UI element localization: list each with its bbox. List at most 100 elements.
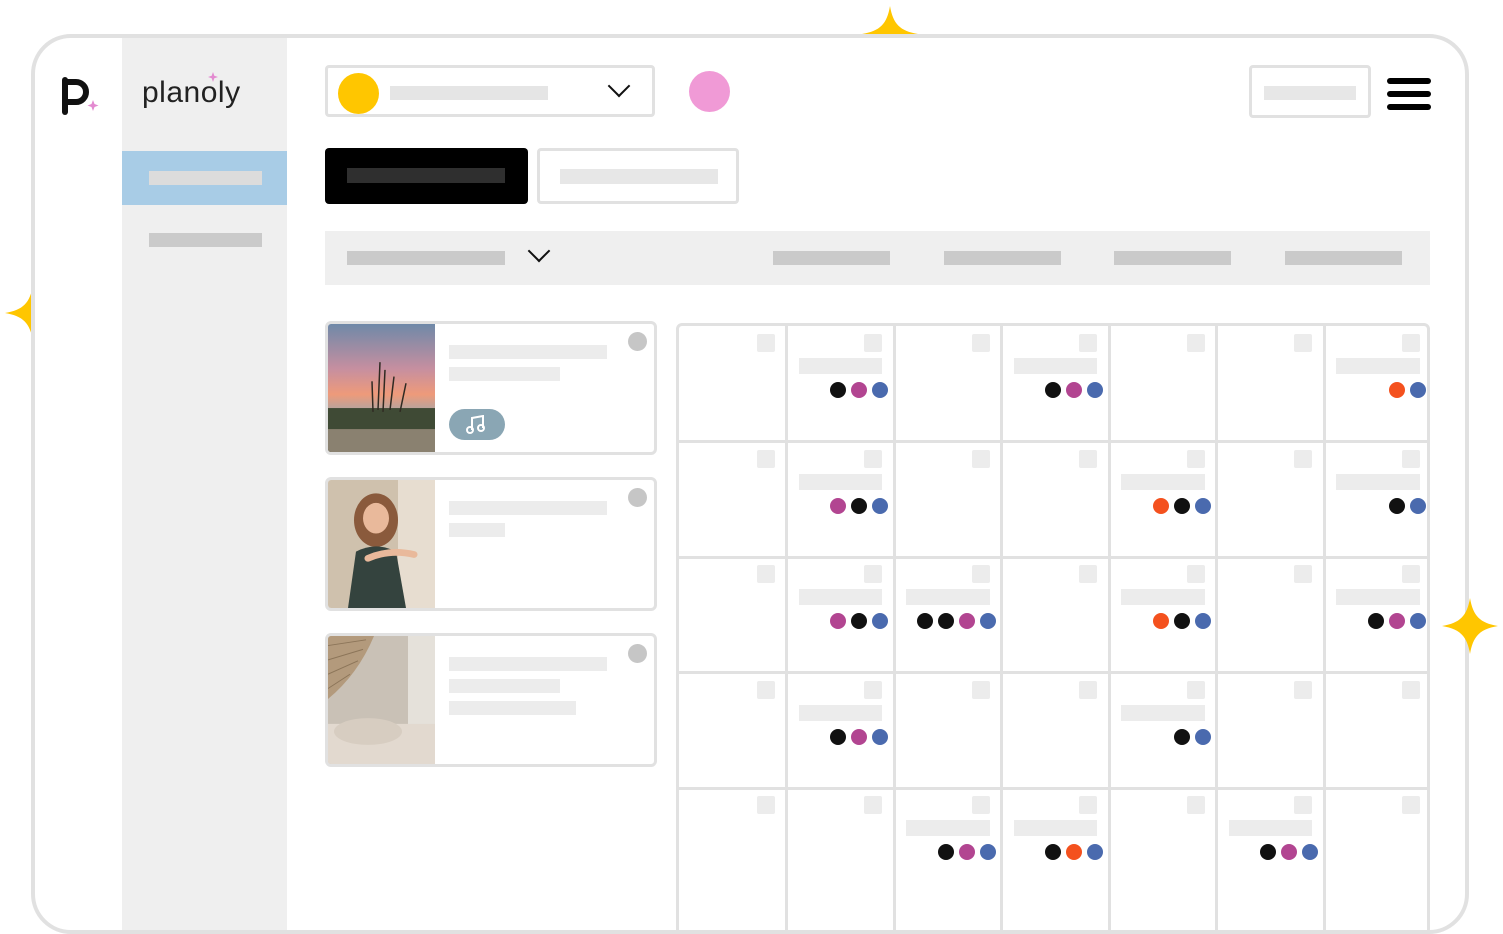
calendar-day-cell[interactable]	[1217, 326, 1325, 442]
calendar-day-cell[interactable]	[894, 788, 1002, 904]
calendar-day-cell[interactable]	[1109, 673, 1217, 789]
platform-dot-orange	[1152, 613, 1169, 629]
calendar-day-cell[interactable]	[1217, 673, 1325, 789]
calendar-day-cell[interactable]	[1109, 788, 1217, 904]
calendar-day-cell[interactable]	[679, 788, 787, 904]
calendar-day-cell[interactable]	[1324, 673, 1432, 789]
user-avatar[interactable]	[689, 71, 730, 112]
p-logo-icon[interactable]	[61, 72, 101, 116]
icon-rail	[35, 38, 123, 930]
platform-dot-black	[1367, 613, 1384, 629]
calendar-day-cell[interactable]	[1217, 557, 1325, 673]
post-preview-bar	[1336, 589, 1420, 605]
platform-dot-blue	[1087, 382, 1103, 398]
post-preview-bar	[1013, 358, 1097, 374]
calendar-day-cell[interactable]	[787, 442, 895, 558]
platform-dot-blue	[1302, 844, 1318, 860]
calendar-day-cell[interactable]	[1217, 788, 1325, 904]
calendar-day-cell[interactable]	[1324, 442, 1432, 558]
calendar-day-cell[interactable]	[787, 326, 895, 442]
platform-dot-magenta	[851, 382, 867, 398]
calendar-day-cell[interactable]	[894, 673, 1002, 789]
calendar-day-cell[interactable]	[1109, 326, 1217, 442]
calendar-day-cell[interactable]	[787, 557, 895, 673]
platform-dot-orange	[1388, 382, 1405, 398]
primary-tab-button[interactable]	[325, 148, 528, 204]
status-indicator[interactable]	[628, 488, 647, 507]
sidebar-item-active[interactable]	[122, 151, 287, 205]
calendar-day-cell[interactable]	[1217, 442, 1325, 558]
post-card[interactable]	[325, 477, 657, 611]
post-preview-bar	[906, 820, 990, 836]
audio-badge[interactable]	[449, 409, 505, 440]
post-preview-bar	[798, 589, 882, 605]
top-action-button[interactable]	[1249, 65, 1371, 118]
calendar-day-cell[interactable]	[894, 442, 1002, 558]
post-preview-bar	[798, 704, 882, 721]
brand-name: planoly	[142, 76, 241, 109]
calendar-day-cell[interactable]	[1324, 326, 1432, 442]
sidebar: planoly	[122, 38, 287, 930]
day-number	[1294, 334, 1312, 352]
status-indicator[interactable]	[628, 644, 647, 663]
status-indicator[interactable]	[628, 332, 647, 351]
day-number	[1186, 680, 1205, 699]
day-number	[864, 449, 882, 468]
post-card[interactable]	[325, 633, 657, 767]
platform-dot-blue	[979, 613, 996, 629]
day-number	[756, 449, 775, 468]
platform-dot-magenta	[1066, 382, 1082, 398]
calendar-day-cell[interactable]	[1109, 442, 1217, 558]
post-caption-line	[449, 345, 607, 359]
filter-dropdown[interactable]	[347, 251, 505, 265]
calendar-day-cell[interactable]	[787, 673, 895, 789]
filter-option[interactable]	[773, 251, 890, 265]
post-caption-line	[449, 679, 560, 693]
calendar-day-cell[interactable]	[679, 673, 787, 789]
day-number	[1401, 796, 1420, 814]
calendar-day-cell[interactable]	[1002, 557, 1110, 673]
platform-dot-blue	[872, 382, 888, 398]
secondary-tab-button[interactable]	[537, 148, 739, 204]
calendar-day-cell[interactable]	[1109, 557, 1217, 673]
calendar-grid	[676, 323, 1432, 930]
day-number	[1401, 680, 1420, 699]
hamburger-menu-icon[interactable]	[1387, 78, 1431, 110]
platform-dot-magenta	[958, 844, 975, 860]
calendar-day-cell[interactable]	[1002, 673, 1110, 789]
day-number	[756, 565, 775, 583]
platform-dot-black	[1173, 497, 1190, 514]
calendar-day-cell[interactable]	[1324, 788, 1432, 904]
calendar-day-cell[interactable]	[1324, 557, 1432, 673]
brand-logo[interactable]: planoly	[142, 72, 241, 110]
chevron-down-icon[interactable]	[527, 239, 551, 263]
avatar	[338, 73, 379, 114]
platform-dot-black	[1045, 844, 1061, 860]
calendar-day-cell[interactable]	[894, 557, 1002, 673]
platform-dot-black	[830, 728, 846, 745]
post-preview-bar	[798, 358, 882, 374]
filter-option[interactable]	[1114, 251, 1231, 265]
top-action-label	[1264, 86, 1356, 100]
calendar-day-cell[interactable]	[679, 557, 787, 673]
platform-dot-magenta	[1281, 844, 1297, 860]
account-selector[interactable]	[325, 65, 655, 117]
calendar-day-cell[interactable]	[1002, 788, 1110, 904]
platform-dot-magenta	[1388, 613, 1405, 629]
post-preview-bar	[1121, 704, 1205, 721]
calendar-day-cell[interactable]	[787, 788, 895, 904]
filter-option[interactable]	[1285, 251, 1402, 265]
platform-dot-black	[937, 613, 954, 629]
calendar-day-cell[interactable]	[679, 442, 787, 558]
platform-dot-blue	[979, 844, 996, 860]
calendar-day-cell[interactable]	[894, 326, 1002, 442]
day-number	[1079, 680, 1097, 699]
sparkle-icon	[208, 72, 218, 82]
calendar-day-cell[interactable]	[679, 326, 787, 442]
sidebar-item[interactable]	[122, 213, 287, 267]
filter-option[interactable]	[944, 251, 1061, 265]
calendar-day-cell[interactable]	[1002, 326, 1110, 442]
platform-dot-blue	[872, 728, 888, 745]
post-card[interactable]	[325, 321, 657, 455]
calendar-day-cell[interactable]	[1002, 442, 1110, 558]
